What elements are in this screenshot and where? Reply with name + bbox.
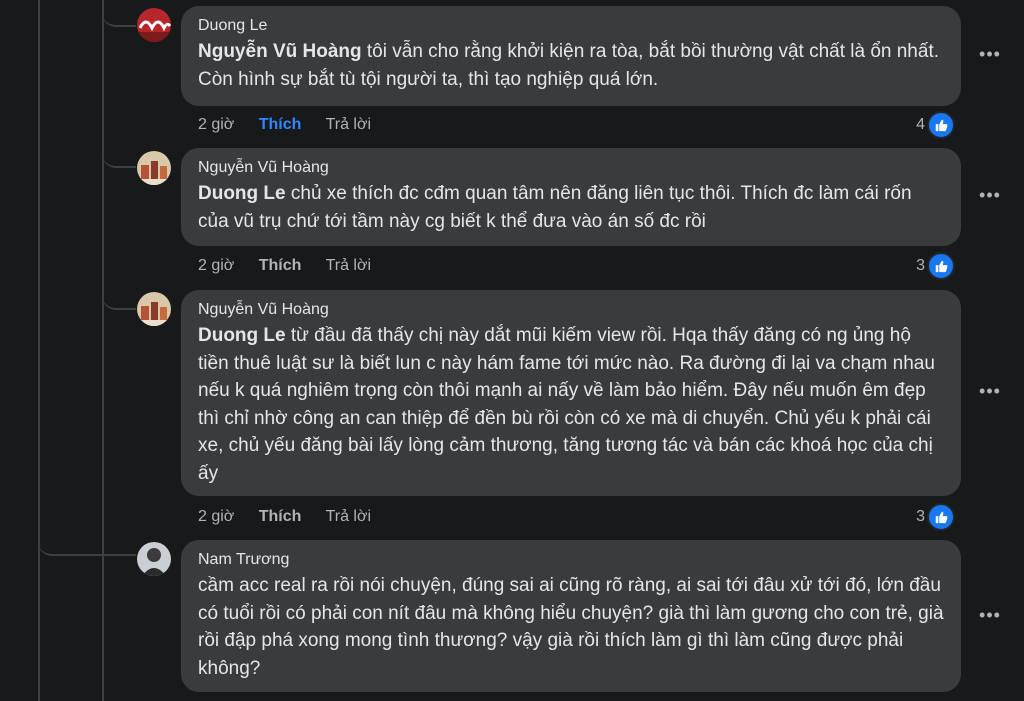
reaction-count: 3	[916, 257, 925, 274]
thread-branch	[38, 530, 136, 556]
comment-body: cầm acc real ra rồi nói chuyện, đúng sai…	[198, 575, 944, 679]
mention-link[interactable]: Nguyễn Vũ Hoàng	[198, 41, 362, 62]
more-options-icon[interactable]: •••	[978, 185, 1002, 206]
comment-body: chủ xe thích đc cđm quan tâm nên đăng li…	[198, 183, 912, 232]
reaction-summary[interactable]: 3	[916, 252, 955, 280]
avatar[interactable]	[137, 151, 171, 185]
reply-button[interactable]: Trả lời	[326, 116, 371, 133]
reaction-count: 4	[916, 116, 925, 133]
comment-bubble: Nguyễn Vũ Hoàng Duong Le chủ xe thích đc…	[181, 148, 961, 246]
thread-branch	[102, 0, 136, 27]
comment-author[interactable]: Nguyễn Vũ Hoàng	[198, 300, 945, 320]
avatar[interactable]	[137, 292, 171, 326]
thread-line-outer	[38, 0, 40, 701]
comment-author[interactable]: Duong Le	[198, 16, 945, 36]
more-options-icon[interactable]: •••	[978, 605, 1002, 626]
thumbs-up-icon	[927, 252, 955, 280]
comment-author[interactable]: Nam Trương	[198, 550, 945, 570]
comment-text: Duong Le từ đầu đã thấy chị này dắt mũi …	[198, 322, 945, 487]
reaction-summary[interactable]: 4	[916, 111, 955, 139]
comment-author[interactable]: Nguyễn Vũ Hoàng	[198, 158, 945, 178]
comment-actions: 2 giờ Thích Trả lời	[198, 257, 391, 275]
comment-time[interactable]: 2 giờ	[198, 116, 234, 133]
avatar[interactable]	[137, 8, 171, 42]
comment-bubble: Nam Trương cầm acc real ra rồi nói chuyệ…	[181, 540, 961, 692]
more-options-icon[interactable]: •••	[978, 381, 1002, 402]
thread-branch	[102, 148, 136, 168]
comment-text: Duong Le chủ xe thích đc cđm quan tâm nê…	[198, 180, 945, 235]
comment-bubble: Nguyễn Vũ Hoàng Duong Le từ đầu đã thấy …	[181, 290, 961, 496]
mention-link[interactable]: Duong Le	[198, 183, 286, 204]
mention-link[interactable]: Duong Le	[198, 325, 286, 346]
comment-bubble: Duong Le Nguyễn Vũ Hoàng tôi vẫn cho rằn…	[181, 6, 961, 106]
comment-actions: 2 giờ Thích Trả lời	[198, 508, 391, 526]
like-button[interactable]: Thích	[259, 116, 302, 133]
comment-time[interactable]: 2 giờ	[198, 257, 234, 274]
thread-branch	[102, 290, 136, 310]
more-options-icon[interactable]: •••	[978, 44, 1002, 65]
reaction-count: 3	[916, 508, 925, 525]
like-button[interactable]: Thích	[259, 508, 302, 525]
reaction-summary[interactable]: 3	[916, 503, 955, 531]
thumbs-up-icon	[927, 111, 955, 139]
avatar[interactable]	[137, 542, 171, 576]
thumbs-up-icon	[927, 503, 955, 531]
thread-line-inner	[102, 0, 104, 701]
comment-body: từ đầu đã thấy chị này dắt mũi kiếm view…	[198, 325, 935, 484]
comment-time[interactable]: 2 giờ	[198, 508, 234, 525]
reply-button[interactable]: Trả lời	[326, 508, 371, 525]
reply-button[interactable]: Trả lời	[326, 257, 371, 274]
like-button[interactable]: Thích	[259, 257, 302, 274]
comment-actions: 2 giờ Thích Trả lời	[198, 116, 391, 134]
comment-text: Nguyễn Vũ Hoàng tôi vẫn cho rằng khởi ki…	[198, 38, 945, 93]
